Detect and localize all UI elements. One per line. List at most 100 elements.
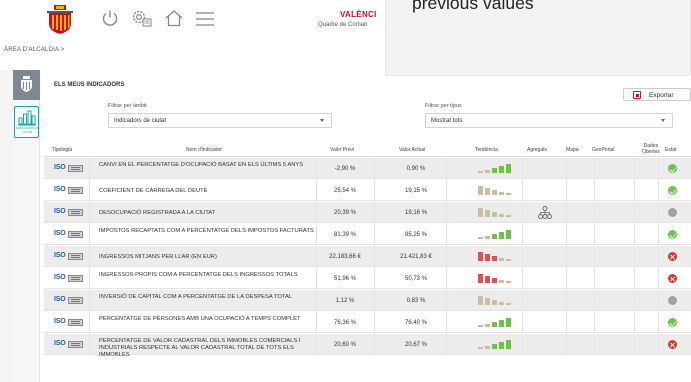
column-divider bbox=[658, 246, 659, 267]
column-divider bbox=[594, 268, 595, 289]
column-divider bbox=[446, 180, 447, 201]
column-divider bbox=[446, 158, 447, 179]
table-row[interactable]: ISO PERCENTATGE DE PERSONES AMB UNA OCUPA… bbox=[44, 312, 691, 333]
aggregates-hierarchy-icon[interactable] bbox=[538, 206, 552, 219]
trend-sparkbar-icon[interactable] bbox=[478, 317, 516, 327]
previous-value: 20,39 % bbox=[333, 209, 357, 216]
sidebar-item-city-indicators[interactable]: INDICADORS DE CIUTAT bbox=[14, 106, 39, 138]
trend-bar bbox=[499, 258, 504, 261]
iso-standard-icon bbox=[68, 253, 83, 260]
column-divider bbox=[634, 290, 635, 311]
col-tendencia[interactable]: Tendència bbox=[475, 147, 498, 153]
table-row[interactable]: ISO IMPOSTOS RECAPTATS COM A PERCENTATGE … bbox=[44, 224, 691, 245]
table-row[interactable]: ISO PERCENTATGE DE VALOR CADASTRAL DELS I… bbox=[44, 334, 691, 358]
column-divider bbox=[316, 312, 317, 333]
indicator-name[interactable]: IMPOSTOS RECAPTATS COM A PERCENTATGE DEL… bbox=[99, 228, 314, 235]
column-divider bbox=[658, 334, 659, 355]
iso-badge: ISO bbox=[54, 230, 66, 237]
previous-value: 81,39 % bbox=[333, 231, 357, 238]
column-divider bbox=[522, 246, 523, 267]
column-divider bbox=[89, 180, 90, 201]
column-divider bbox=[89, 246, 90, 267]
trend-bar bbox=[499, 320, 504, 327]
column-divider bbox=[658, 180, 659, 201]
table-row[interactable]: ISO INGRESSOS MITJANS PER LLAR (EN EUR) 22… bbox=[44, 246, 691, 267]
indicator-name[interactable]: INGRESSOS MITJANS PER LLAR (EN EUR) bbox=[99, 254, 314, 261]
column-divider bbox=[522, 158, 523, 179]
bar-chart-icon bbox=[18, 110, 36, 126]
chevron-down-icon bbox=[320, 119, 324, 122]
current-value: 19,16 % bbox=[404, 209, 428, 216]
indicator-name[interactable]: PERCENTATGE DE VALOR CADASTRAL DELS IMMO… bbox=[99, 338, 314, 358]
indicator-name[interactable]: INVERSIÓ DE CAPITAL COM A PERCENTATGE DE… bbox=[99, 294, 314, 301]
export-label: Exportar bbox=[649, 91, 674, 99]
trend-sparkbar-icon[interactable] bbox=[478, 229, 516, 239]
column-divider bbox=[316, 224, 317, 245]
iso-badge: ISO bbox=[54, 318, 66, 325]
iso-badge: ISO bbox=[54, 296, 66, 303]
column-divider bbox=[446, 290, 447, 311]
trend-bar bbox=[485, 236, 490, 239]
table-row[interactable]: ISO COEFICIENT DE CÀRREGA DEL DEUTE 25,54 … bbox=[44, 180, 691, 201]
iso-standard-icon bbox=[68, 165, 83, 172]
current-value: 50,73 % bbox=[404, 275, 428, 282]
trend-bar bbox=[492, 344, 497, 349]
breadcrumb[interactable]: ÀREA D'ALCALDIA > bbox=[4, 47, 64, 53]
col-estat[interactable]: Estat bbox=[665, 147, 676, 153]
city-crest-logo[interactable] bbox=[47, 5, 73, 35]
column-divider bbox=[658, 202, 659, 223]
hamburger-menu-icon[interactable] bbox=[196, 12, 214, 26]
col-dades-obertes[interactable]: Dades Obertes bbox=[642, 143, 660, 155]
home-icon[interactable] bbox=[164, 9, 184, 27]
column-divider bbox=[316, 158, 317, 179]
settings-gear-icon[interactable] bbox=[130, 7, 152, 29]
indicator-name[interactable]: INGRESSOS PROPIS COM A PERCENTATGE DELS … bbox=[99, 272, 314, 279]
trend-bar bbox=[478, 208, 483, 217]
col-geoportal[interactable]: GeoPortal bbox=[592, 147, 615, 153]
table-row[interactable]: ISO CANVI EN EL PERCENTATGE D'OCUPACIÓ BA… bbox=[44, 158, 691, 179]
column-divider bbox=[522, 268, 523, 289]
trend-sparkbar-icon[interactable] bbox=[478, 273, 516, 283]
col-mapa[interactable]: Mapa bbox=[566, 147, 579, 153]
indicator-name[interactable]: CANVI EN EL PERCENTATGE D'OCUPACIÓ BASAT… bbox=[99, 162, 314, 169]
trend-bar bbox=[478, 186, 483, 195]
column-divider bbox=[566, 180, 567, 201]
trend-sparkbar-icon[interactable] bbox=[478, 163, 516, 173]
col-nom[interactable]: Nom d'indicador bbox=[186, 147, 222, 153]
column-divider bbox=[658, 268, 659, 289]
column-divider bbox=[566, 290, 567, 311]
indicator-name[interactable]: PERCENTATGE DE PERSONES AMB UNA OCUPACIÓ… bbox=[99, 316, 314, 323]
table-row[interactable]: ISO INVERSIÓ DE CAPITAL COM A PERCENTATGE… bbox=[44, 290, 691, 311]
current-value: 0,90 % bbox=[406, 165, 426, 172]
column-divider bbox=[634, 224, 635, 245]
col-valor-actual[interactable]: Valor Actual bbox=[399, 147, 425, 153]
indicator-name[interactable]: DESOCUPACIÓ REGISTRADA A LA CIUTAT bbox=[99, 210, 314, 217]
filter-scope-select[interactable]: Indicadors de ciutat bbox=[108, 113, 332, 128]
col-agregats[interactable]: Agregats bbox=[527, 147, 547, 153]
table-row[interactable]: ISO DESOCUPACIÓ REGISTRADA A LA CIUTAT 20,… bbox=[44, 202, 691, 223]
trend-sparkbar-icon[interactable] bbox=[478, 207, 516, 217]
trend-sparkbar-icon[interactable] bbox=[478, 295, 516, 305]
indicator-name[interactable]: COEFICIENT DE CÀRREGA DEL DEUTE bbox=[99, 188, 314, 195]
status-indicator-icon bbox=[668, 164, 677, 173]
col-tipologia[interactable]: Tipologia bbox=[52, 147, 72, 153]
column-divider bbox=[594, 334, 595, 355]
col-valor-previ[interactable]: Valor Previ bbox=[330, 147, 354, 153]
column-divider bbox=[594, 312, 595, 333]
table-row[interactable]: ISO INGRESSOS PROPIS COM A PERCENTATGE DE… bbox=[44, 268, 691, 289]
power-icon[interactable] bbox=[101, 9, 119, 27]
column-divider bbox=[634, 158, 635, 179]
trend-sparkbar-icon[interactable] bbox=[478, 185, 516, 195]
trend-bar bbox=[492, 300, 497, 305]
trend-sparkbar-icon[interactable] bbox=[478, 251, 516, 261]
table-header: Tipologia Nom d'indicador Valor Previ Va… bbox=[44, 143, 691, 157]
trend-sparkbar-icon[interactable] bbox=[478, 339, 516, 349]
filter-type-select[interactable]: Mostrat tots bbox=[425, 113, 673, 128]
trend-bar bbox=[478, 347, 483, 349]
trend-bar bbox=[506, 215, 511, 217]
column-divider bbox=[374, 224, 375, 245]
export-button[interactable]: Exportar bbox=[623, 88, 691, 101]
column-divider bbox=[566, 224, 567, 245]
trend-bar bbox=[485, 188, 490, 195]
rail-crest-tile[interactable] bbox=[13, 70, 40, 100]
